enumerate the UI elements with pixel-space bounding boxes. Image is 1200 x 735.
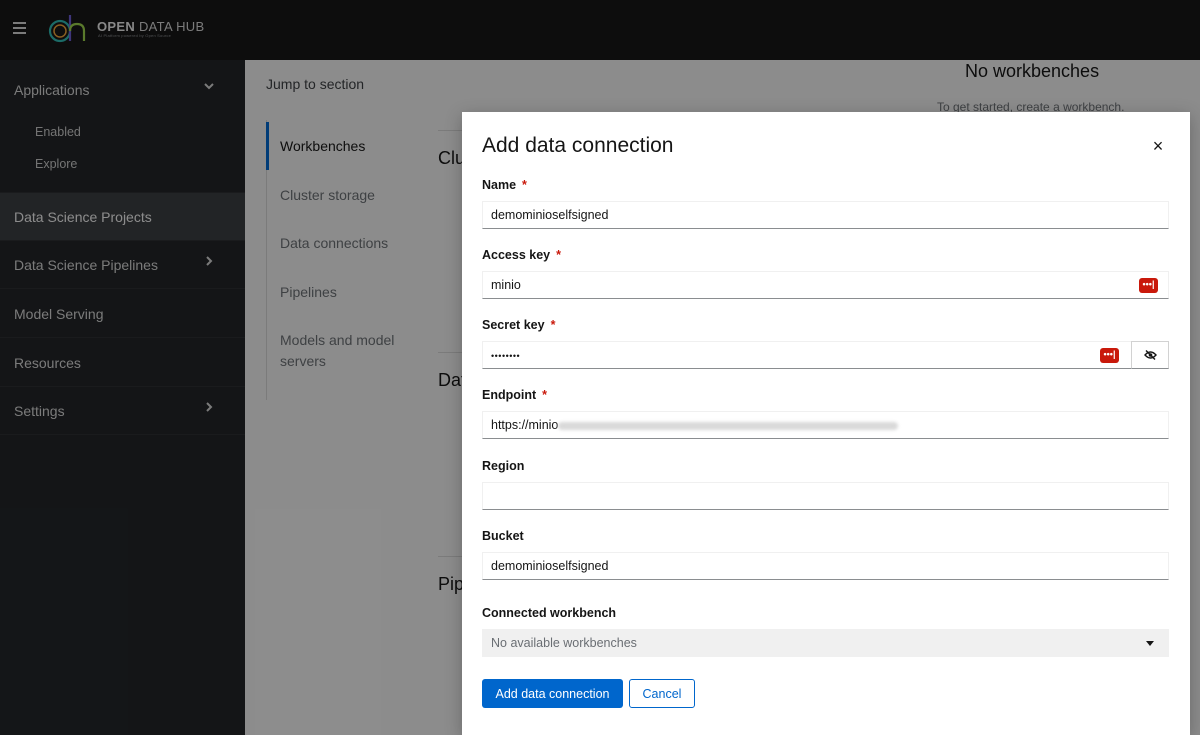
required-indicator: *	[522, 178, 527, 192]
connected-workbench-value: No available workbenches	[491, 636, 637, 650]
connected-workbench-label: Connected workbench	[482, 606, 617, 620]
required-indicator: *	[550, 318, 556, 332]
password-manager-icon[interactable]: •••|	[1139, 278, 1158, 293]
access-key-value: minio	[491, 278, 521, 292]
region-label: Region	[482, 459, 525, 473]
connected-workbench-select[interactable]: No available workbenches	[482, 629, 1169, 657]
bucket-label: Bucket	[482, 529, 524, 543]
endpoint-value: https://minio	[491, 418, 559, 432]
add-data-connection-modal: Add data connection × Name * demominiosel…	[462, 112, 1190, 735]
name-label: Name *	[482, 178, 527, 192]
toggle-visibility-button[interactable]	[1131, 341, 1169, 369]
secret-key-value: ••••••••	[491, 351, 521, 361]
eye-slash-icon	[1144, 350, 1157, 360]
bucket-field[interactable]: demominioselfsigned	[482, 552, 1169, 580]
endpoint-label: Endpoint *	[482, 388, 548, 402]
bucket-value: demominioselfsigned	[491, 559, 609, 573]
caret-down-icon	[1146, 641, 1154, 646]
close-icon[interactable]: ×	[1148, 136, 1168, 156]
access-key-field[interactable]: minio •••|	[482, 271, 1169, 299]
access-key-label: Access key *	[482, 248, 561, 262]
name-value: demominioselfsigned	[491, 208, 609, 222]
password-manager-icon[interactable]: •••|	[1100, 348, 1119, 363]
secret-key-field[interactable]: •••••••• •••|	[482, 341, 1169, 369]
redacted-text	[558, 421, 899, 430]
name-field[interactable]: demominioselfsigned	[482, 201, 1169, 229]
required-indicator: *	[542, 388, 548, 402]
modal-title: Add data connection	[482, 134, 674, 157]
endpoint-field[interactable]: https://minio	[482, 411, 1169, 439]
region-field[interactable]	[482, 482, 1169, 510]
secret-key-label: Secret key *	[482, 318, 556, 332]
cancel-button[interactable]: Cancel	[629, 679, 695, 708]
add-data-connection-button[interactable]: Add data connection	[482, 679, 623, 708]
required-indicator: *	[556, 248, 561, 262]
